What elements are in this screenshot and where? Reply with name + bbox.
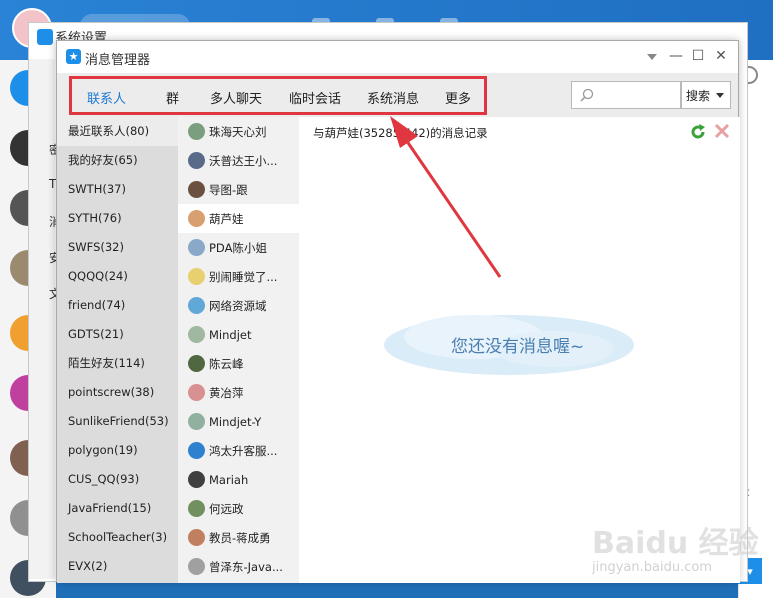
group-item[interactable]: JavaFriend(15) xyxy=(57,494,178,523)
contact-name: 珠海天心刘 xyxy=(209,124,267,139)
tab-contacts[interactable]: 联系人 xyxy=(87,88,126,107)
window-title: 消息管理器 xyxy=(85,53,151,68)
tab-multi-chat[interactable]: 多人聊天 xyxy=(210,88,262,107)
contact-item[interactable]: 网络资源域 xyxy=(178,291,299,320)
contact-avatar-icon xyxy=(188,123,205,140)
contact-name: 别闹睡觉了... xyxy=(209,269,278,284)
delete-icon[interactable] xyxy=(714,123,730,139)
group-item[interactable]: SchoolTeacher(3) xyxy=(57,523,178,552)
chevron-down-icon[interactable] xyxy=(716,93,724,98)
group-list: 最近联系人(80) 我的好友(65) SWTH(37) SYTH(76) SWFS(32… xyxy=(57,117,178,583)
contact-item[interactable]: 沃普达王小... xyxy=(178,146,299,175)
group-item[interactable]: friend(74) xyxy=(57,291,178,320)
contact-item[interactable]: Mindjet xyxy=(178,320,299,349)
contact-name: Mindjet-Y xyxy=(209,414,262,429)
contact-name: Mariah xyxy=(209,472,249,487)
contact-avatar-icon xyxy=(188,297,205,314)
tab-temp-session[interactable]: 临时会话 xyxy=(289,88,341,107)
contact-avatar-icon xyxy=(188,268,205,285)
search-button[interactable]: 搜索 xyxy=(681,81,731,109)
contact-avatar-icon xyxy=(188,558,205,575)
group-item[interactable]: 最近联系人(80) xyxy=(57,117,178,146)
group-item[interactable]: EVX(2) xyxy=(57,552,178,581)
contact-avatar-icon xyxy=(188,239,205,256)
contact-item[interactable]: 黄冶萍 xyxy=(178,378,299,407)
contact-avatar-icon xyxy=(188,181,205,198)
refresh-icon[interactable] xyxy=(689,123,707,141)
empty-message: 您还没有消息喔~ xyxy=(451,337,585,357)
group-item[interactable]: pointscrew(38) xyxy=(57,378,178,407)
minimize-icon[interactable]: — xyxy=(667,47,685,65)
contact-avatar-icon xyxy=(188,152,205,169)
qq-logo-icon xyxy=(37,29,53,45)
menu-dropdown-icon[interactable] xyxy=(647,54,657,60)
contact-name: 陈云峰 xyxy=(209,356,244,371)
group-item[interactable]: SWTH(37) xyxy=(57,175,178,204)
contact-name: 黄冶萍 xyxy=(209,385,244,400)
contact-item[interactable]: PDA陈小姐 xyxy=(178,233,299,262)
contact-item[interactable]: 教员-蒋成勇 xyxy=(178,523,299,552)
tab-system-messages[interactable]: 系统消息 xyxy=(367,88,419,107)
group-item[interactable]: SunlikeFriend(53) xyxy=(57,407,178,436)
contact-avatar-icon xyxy=(188,529,205,546)
group-item[interactable]: SWFS(32) xyxy=(57,233,178,262)
contact-item[interactable]: 鸿太升客服... xyxy=(178,436,299,465)
contact-item[interactable]: Mariah xyxy=(178,465,299,494)
settings-sidebar: 密 T 消 安 文 xyxy=(29,59,61,579)
group-item[interactable]: SYTH(76) xyxy=(57,204,178,233)
tab-more[interactable]: 更多 xyxy=(445,88,471,107)
contact-avatar-icon xyxy=(188,442,205,459)
contact-item[interactable]: 导图-跟 xyxy=(178,175,299,204)
contact-name: Mindjet xyxy=(209,327,252,342)
search-input[interactable] xyxy=(600,86,676,104)
group-item[interactable]: 我的好友(65) xyxy=(57,146,178,175)
group-item[interactable]: QQQQ(24) xyxy=(57,262,178,291)
tab-bar: 联系人 群 多人聊天 临时会话 系统消息 更多 搜索 xyxy=(57,73,738,117)
contact-list: 珠海天心刘沃普达王小... 导图-跟葫芦娃 PDA陈小姐 别闹睡觉了... 网络资源域 M… xyxy=(178,117,299,583)
contact-item[interactable]: 葫芦娃 xyxy=(178,204,299,233)
contact-name: 沃普达王小... xyxy=(209,153,278,168)
contact-avatar-icon xyxy=(188,471,205,488)
contact-name: 鸿太升客服... xyxy=(209,443,278,458)
contact-item[interactable]: 别闹睡觉了... xyxy=(178,262,299,291)
contact-avatar-icon xyxy=(188,355,205,372)
message-panel: 与葫芦娃(35285 542)的消息记录 您还没有消息喔~ xyxy=(299,117,740,583)
search-button-label: 搜索 xyxy=(686,88,711,103)
contact-avatar-icon xyxy=(188,500,205,517)
contact-item[interactable]: 何远政 xyxy=(178,494,299,523)
search-icon xyxy=(580,88,594,102)
contact-avatar-icon xyxy=(188,413,205,430)
contact-avatar-icon xyxy=(188,326,205,343)
group-item[interactable]: CUS_QQ(93) xyxy=(57,465,178,494)
baidu-watermark-url: jingyan.baidu.com xyxy=(592,560,712,575)
contact-name: 导图-跟 xyxy=(209,182,248,197)
group-item[interactable]: polygon(19) xyxy=(57,436,178,465)
tab-highlight-box xyxy=(69,76,487,115)
qq-logo-icon: ★ xyxy=(66,49,81,64)
title-bar: ★ 消息管理器 — ☐ ✕ xyxy=(57,41,738,73)
contact-name: 曾泽东-Java... xyxy=(209,559,283,574)
contact-name: PDA陈小姐 xyxy=(209,240,267,255)
search-field xyxy=(571,81,681,109)
contact-item[interactable]: 珠海天心刘 xyxy=(178,117,299,146)
annotation-arrow xyxy=(390,116,502,278)
contact-item[interactable]: 曾泽东-Java... xyxy=(178,552,299,581)
tab-groups[interactable]: 群 xyxy=(166,88,179,107)
maximize-icon[interactable]: ☐ xyxy=(689,47,707,65)
baidu-watermark: Baidu 经验 xyxy=(592,526,759,561)
contact-avatar-icon xyxy=(188,210,205,227)
contact-item[interactable]: 陈云峰 xyxy=(178,349,299,378)
contact-item[interactable]: Mindjet-Y xyxy=(178,407,299,436)
close-icon[interactable]: ✕ xyxy=(712,47,730,65)
contact-name: 葫芦娃 xyxy=(209,211,244,226)
contact-avatar-icon xyxy=(188,384,205,401)
contact-name: 网络资源域 xyxy=(209,298,267,313)
contact-name: 何远政 xyxy=(209,501,244,516)
group-item[interactable]: GDTS(21) xyxy=(57,320,178,349)
contact-name: 教员-蒋成勇 xyxy=(209,530,271,545)
group-item[interactable]: 陌生好友(114) xyxy=(57,349,178,378)
